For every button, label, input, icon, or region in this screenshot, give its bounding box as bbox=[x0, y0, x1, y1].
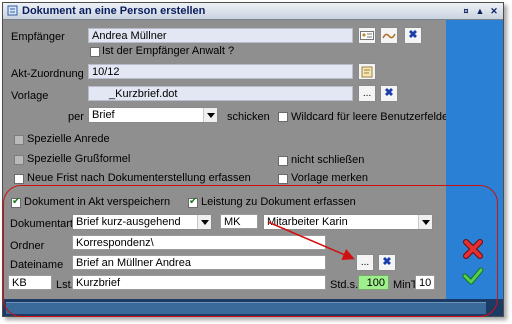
annotation-arrow bbox=[267, 221, 355, 260]
